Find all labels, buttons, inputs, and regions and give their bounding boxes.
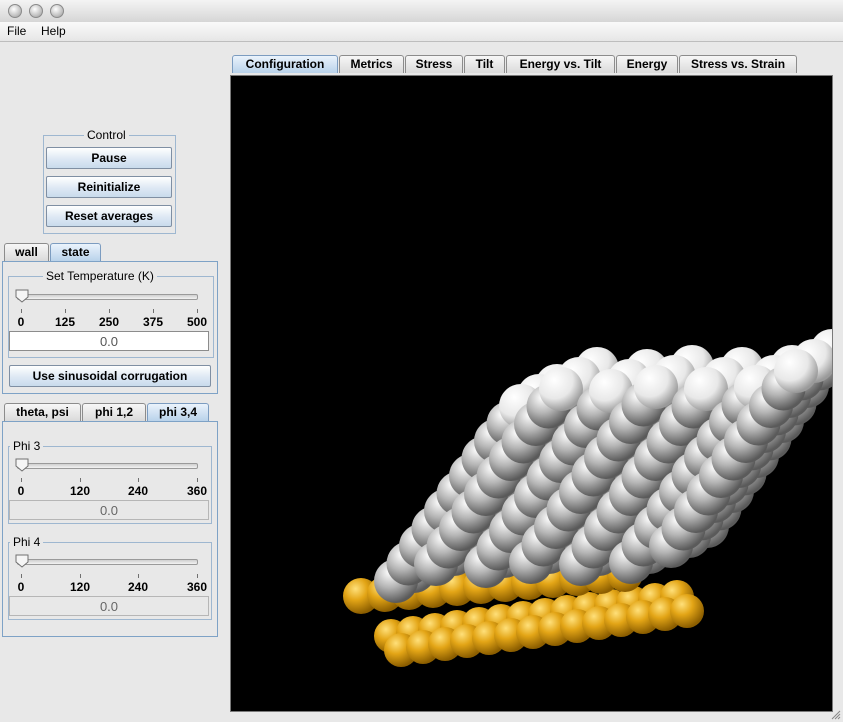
temperature-field[interactable]: 0.0: [9, 331, 209, 351]
tab-phi-3-4[interactable]: phi 3,4: [147, 403, 209, 421]
phi3-title: Phi 3: [10, 439, 44, 453]
phi3-tick-label: 240: [127, 484, 149, 498]
phi3-field[interactable]: 0.0: [9, 500, 209, 520]
menu-file[interactable]: File: [7, 24, 26, 38]
temp-tick: [153, 309, 154, 313]
zoom-window-button[interactable]: [50, 4, 64, 18]
tab-theta-psi[interactable]: theta, psi: [4, 403, 81, 421]
reset-averages-button[interactable]: Reset averages: [46, 205, 172, 227]
tab-metrics[interactable]: Metrics: [339, 55, 404, 73]
phi4-title: Phi 4: [10, 535, 44, 549]
phi4-tick-label: 360: [186, 580, 208, 594]
temp-tick-label: 500: [186, 315, 208, 329]
phi3-tick: [80, 478, 81, 482]
phi4-tick: [197, 574, 198, 578]
phi4-tick-label: 0: [17, 580, 25, 594]
phi4-tick: [80, 574, 81, 578]
temp-tick-label: 125: [54, 315, 76, 329]
state-panel: Set Temperature (K) 0 125 250 375 500 0.…: [2, 261, 218, 394]
sinusoidal-corrugation-button[interactable]: Use sinusoidal corrugation: [9, 365, 211, 387]
configuration-viewport[interactable]: [230, 75, 843, 712]
phi4-field[interactable]: 0.0: [9, 596, 209, 616]
temp-tick-label: 250: [98, 315, 120, 329]
pause-button[interactable]: Pause: [46, 147, 172, 169]
phi4-tick-label: 240: [127, 580, 149, 594]
tab-wall[interactable]: wall: [4, 243, 49, 261]
tab-stress[interactable]: Stress: [405, 55, 463, 73]
tab-phi-1-2[interactable]: phi 1,2: [82, 403, 146, 421]
temp-tick: [65, 309, 66, 313]
chain-atom: [539, 367, 583, 411]
menu-bar: File Help: [0, 22, 843, 42]
phi4-slider-track[interactable]: [17, 559, 198, 565]
temperature-slider-track[interactable]: [17, 294, 198, 300]
resize-grip-icon[interactable]: [829, 708, 841, 720]
window-titlebar: [0, 0, 843, 23]
phi3-slider-track[interactable]: [17, 463, 198, 469]
temperature-slider-thumb[interactable]: [15, 289, 29, 303]
phi3-tick: [197, 478, 198, 482]
phi4-tick: [21, 574, 22, 578]
chain-atom: [634, 365, 678, 409]
phi3-tick: [138, 478, 139, 482]
phi3-tick: [21, 478, 22, 482]
minimize-window-button[interactable]: [29, 4, 43, 18]
temperature-title: Set Temperature (K): [43, 269, 157, 283]
control-group-title: Control: [84, 128, 129, 142]
phi3-tick-label: 360: [186, 484, 208, 498]
tab-energy-vs-tilt[interactable]: Energy vs. Tilt: [506, 55, 615, 73]
phi3-tick-label: 120: [69, 484, 91, 498]
reinitialize-button[interactable]: Reinitialize: [46, 176, 172, 198]
phi3-slider-thumb[interactable]: [15, 458, 29, 472]
menu-help[interactable]: Help: [41, 24, 66, 38]
tab-stress-vs-strain[interactable]: Stress vs. Strain: [679, 55, 797, 73]
molecular-scene: [343, 329, 843, 667]
phi4-tick: [138, 574, 139, 578]
tab-configuration[interactable]: Configuration: [232, 55, 338, 73]
temp-tick-label: 0: [17, 315, 25, 329]
temp-tick: [21, 309, 22, 313]
chain-atom: [774, 349, 818, 393]
temp-tick: [197, 309, 198, 313]
tab-energy[interactable]: Energy: [616, 55, 678, 73]
tab-state[interactable]: state: [50, 243, 101, 261]
phi4-tick-label: 120: [69, 580, 91, 594]
close-window-button[interactable]: [8, 4, 22, 18]
substrate-atom: [670, 594, 704, 628]
phi4-slider-thumb[interactable]: [15, 554, 29, 568]
phi3-tick-label: 0: [17, 484, 25, 498]
temp-tick: [109, 309, 110, 313]
phi-panel: Phi 3 0 120 240 360 0.0 Phi 4 0 120 240 …: [2, 421, 218, 637]
tab-tilt[interactable]: Tilt: [464, 55, 505, 73]
temp-tick-label: 375: [142, 315, 164, 329]
